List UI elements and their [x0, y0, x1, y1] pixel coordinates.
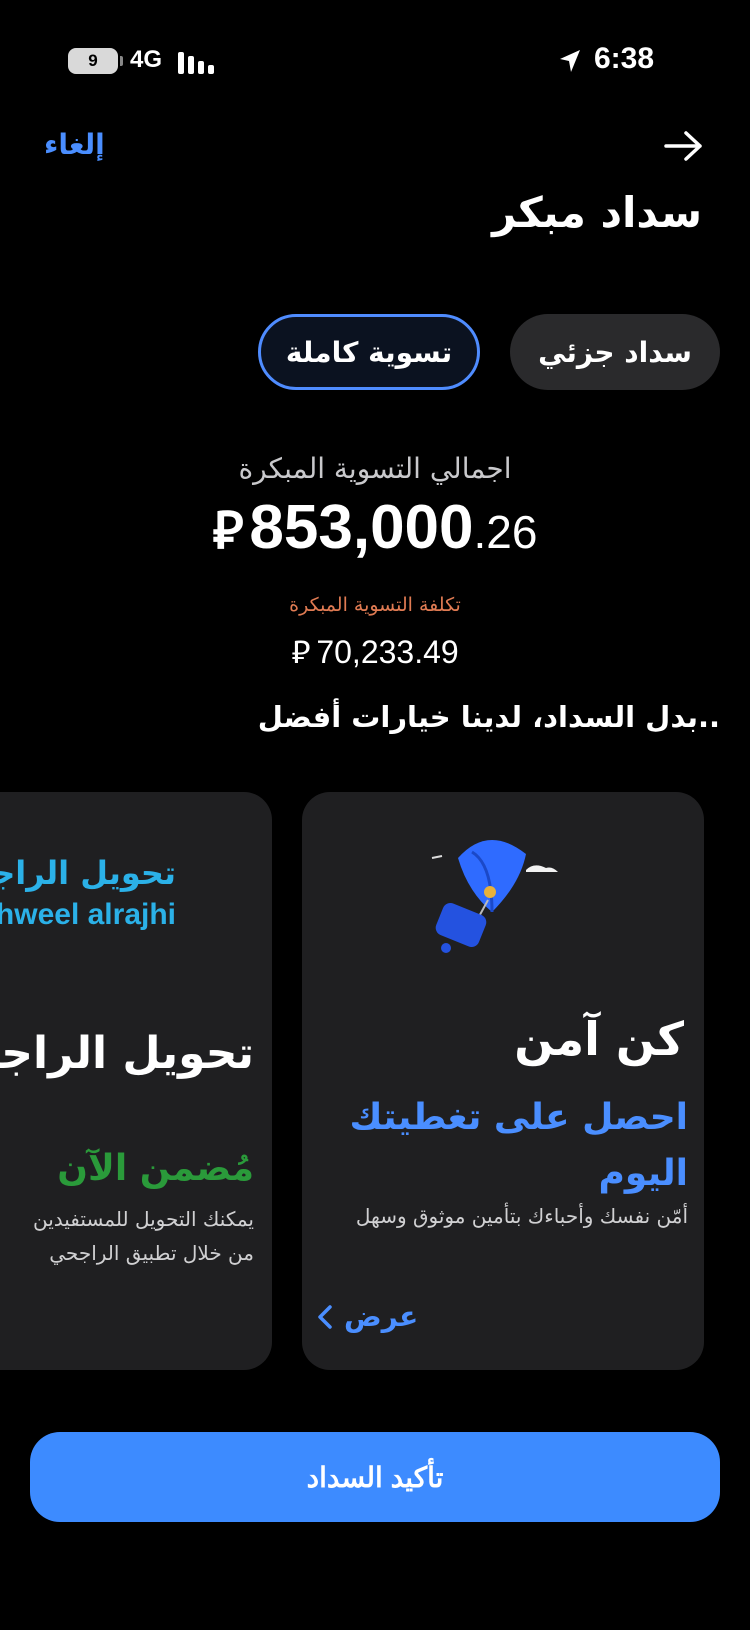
tahweel-description-line2: من خلال تطبيق الراجحي: [49, 1241, 254, 1265]
tahweel-highlight: مُضمن الآن: [57, 1148, 254, 1189]
tab-full-settlement[interactable]: تسوية كاملة: [258, 314, 480, 390]
tahweel-card[interactable]: تحويل الراجحي tahweel alrajhi تحويل الرا…: [0, 792, 272, 1370]
insurance-card[interactable]: كن آمن احصل على تغطيتك اليوم أمّن نفسك و…: [302, 792, 704, 1370]
battery-icon: 9: [68, 48, 123, 74]
tab-partial-payment[interactable]: سداد جزئي: [510, 314, 720, 390]
options-heading: ..بدل السداد، لدينا خيارات أفضل: [257, 700, 720, 734]
settlement-cost-amount: ⃁ 70,233.49: [0, 630, 750, 672]
insurance-highlight: احصل على تغطيتك اليوم: [349, 1097, 688, 1194]
riyal-currency-icon: ⃁: [212, 502, 244, 560]
total-decimal: .26: [473, 506, 538, 558]
view-insurance-button[interactable]: عرض: [316, 1300, 418, 1333]
view-label: عرض: [344, 1300, 419, 1333]
battery-level: 9: [88, 51, 98, 70]
tahweel-logo-arabic: تحويل الراجحي: [0, 854, 176, 892]
tahweel-title: تحويل الراجحي: [0, 1028, 254, 1079]
clock: 6:38: [594, 42, 655, 75]
chevron-left-icon: [318, 1304, 332, 1329]
tahweel-logo-english: tahweel alrajhi: [0, 898, 176, 931]
network-type: 4G: [130, 46, 163, 73]
umbrella-wallet-icon: [431, 839, 558, 953]
signal-icon: [178, 48, 214, 74]
insurance-description: أمّن نفسك وأحباءك بتأمين موثوق وسهل: [355, 1204, 688, 1228]
tahweel-description-line1: يمكنك التحويل للمستفيدين: [32, 1207, 254, 1231]
total-whole: 853,000: [249, 493, 474, 562]
cancel-button[interactable]: إلغاء: [44, 128, 105, 161]
back-arrow-icon[interactable]: [662, 128, 706, 164]
total-settlement-label: اجمالي التسوية المبكرة: [238, 452, 512, 485]
confirm-payment-button[interactable]: تأكيد السداد: [30, 1432, 720, 1522]
total-settlement-amount: ⃁853,000.26: [0, 492, 750, 563]
tahweel-description: يمكنك التحويل للمستفيدين من خلال تطبيق ا…: [0, 1202, 254, 1270]
riyal-currency-icon: ⃁: [291, 634, 311, 670]
insurance-title: كن آمن: [514, 1012, 684, 1066]
location-arrow-icon: [560, 50, 580, 72]
early-payment-screen: 9 4G 6:38 إلغاء سداد مبكر سداد جزئي تسوي…: [0, 0, 750, 1630]
settlement-cost-label: تكلفة التسوية المبكرة: [289, 594, 461, 616]
page-title: سداد مبكر: [492, 188, 702, 237]
status-bar: 9 4G 6:38: [0, 0, 750, 120]
cost-value: 70,233.49: [316, 634, 459, 670]
